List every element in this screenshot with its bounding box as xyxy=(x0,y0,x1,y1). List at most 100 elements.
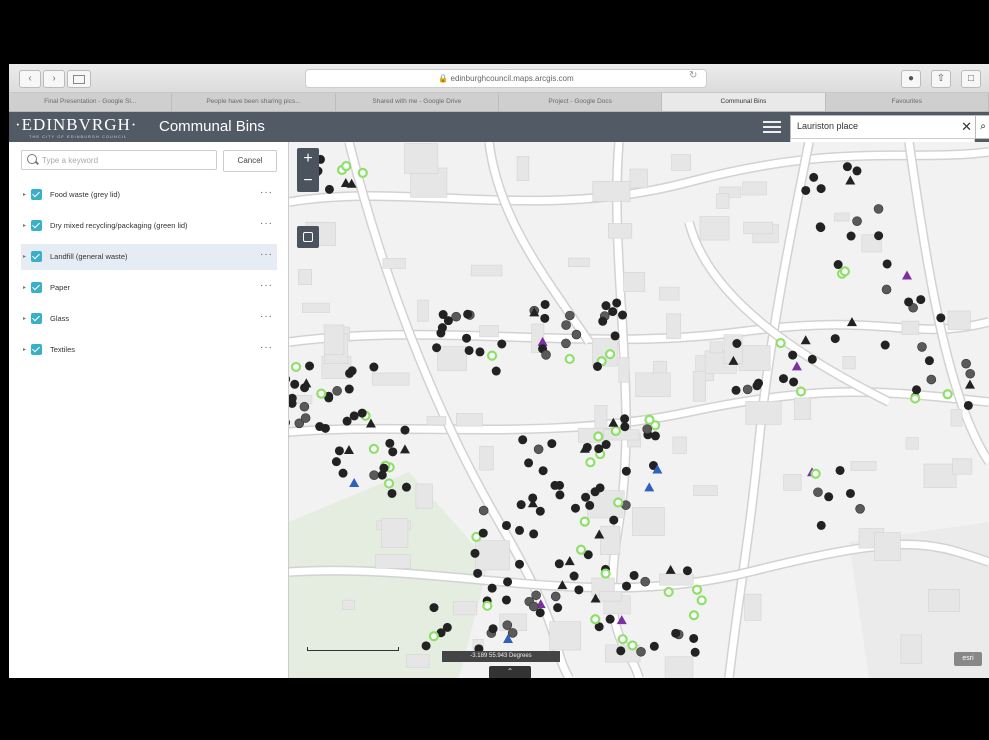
landfill-bin-marker[interactable] xyxy=(491,366,501,376)
landfill-bin-marker[interactable] xyxy=(503,577,513,587)
landfill-bin-marker[interactable] xyxy=(347,366,357,376)
more-options-icon[interactable]: ··· xyxy=(260,280,273,291)
zoom-in-button[interactable]: + xyxy=(297,148,319,170)
landfill-bin-marker[interactable] xyxy=(464,345,474,355)
landfill-bin-marker[interactable] xyxy=(924,356,934,366)
food-waste-bin-marker[interactable] xyxy=(451,311,461,322)
glass-bin-marker[interactable] xyxy=(791,361,802,371)
landfill-bin-marker[interactable] xyxy=(357,408,367,418)
layer-checkbox[interactable] xyxy=(31,220,42,231)
landfill-bin-marker[interactable] xyxy=(574,585,584,595)
landfill-bin-marker[interactable] xyxy=(842,162,852,172)
landfill-bin-marker[interactable] xyxy=(610,331,620,341)
landfill-bin-marker[interactable] xyxy=(788,350,798,360)
recycling-bin-marker[interactable] xyxy=(590,614,601,625)
landfill-bin-marker[interactable] xyxy=(342,416,352,426)
back-icon[interactable]: ‹ xyxy=(19,70,41,88)
landfill-bin-marker[interactable] xyxy=(916,295,926,305)
glass-bin-marker[interactable] xyxy=(349,478,360,488)
landfill-bin-marker[interactable] xyxy=(601,440,611,450)
landfill-bin-marker[interactable] xyxy=(478,528,488,538)
landfill-bin-marker[interactable] xyxy=(732,338,742,348)
zoom-out-button[interactable]: − xyxy=(297,170,319,192)
landfill-bin-marker[interactable] xyxy=(338,468,348,478)
landfill-bin-marker[interactable] xyxy=(581,492,591,502)
tab-people-sharing[interactable]: People have been sharing pics... xyxy=(172,93,336,111)
cancel-button[interactable]: Cancel xyxy=(223,150,277,172)
landfill-bin-marker[interactable] xyxy=(554,559,564,569)
expand-arrow-icon[interactable]: ▸ xyxy=(23,222,26,229)
recycling-bin-marker[interactable] xyxy=(482,600,493,611)
landfill-bin-marker[interactable] xyxy=(497,339,507,349)
recycling-bin-marker[interactable] xyxy=(600,568,611,579)
landfill-bin-marker[interactable] xyxy=(324,184,334,194)
landfill-bin-marker[interactable] xyxy=(585,500,595,510)
reload-icon[interactable]: ↻ xyxy=(689,70,697,81)
recycling-bin-marker[interactable] xyxy=(341,160,352,172)
recycling-bin-marker[interactable] xyxy=(644,414,655,425)
layer-checkbox[interactable] xyxy=(31,313,42,324)
landfill-bin-marker[interactable] xyxy=(880,340,890,350)
locate-button[interactable] xyxy=(297,226,319,248)
food-waste-bin-marker[interactable] xyxy=(565,310,575,321)
recycling-bin-marker[interactable] xyxy=(316,388,327,399)
paper-bin-marker[interactable] xyxy=(343,444,354,454)
landfill-bin-marker[interactable] xyxy=(570,503,580,513)
food-waste-bin-marker[interactable] xyxy=(561,338,571,349)
landfill-bin-marker[interactable] xyxy=(816,184,826,194)
recycling-bin-marker[interactable] xyxy=(775,337,786,349)
recycling-bin-marker[interactable] xyxy=(795,386,807,397)
food-waste-bin-marker[interactable] xyxy=(640,576,650,587)
landfill-bin-marker[interactable] xyxy=(936,313,946,323)
recycling-bin-marker[interactable] xyxy=(383,478,395,489)
landfill-bin-marker[interactable] xyxy=(904,297,914,307)
recycling-bin-marker[interactable] xyxy=(910,393,921,404)
landfill-bin-marker[interactable] xyxy=(463,309,473,319)
landfill-bin-marker[interactable] xyxy=(470,548,480,558)
expand-panel-button[interactable]: ⌃ xyxy=(489,666,531,678)
food-waste-bin-marker[interactable] xyxy=(881,284,892,295)
landfill-bin-marker[interactable] xyxy=(609,515,619,525)
food-waste-bin-marker[interactable] xyxy=(571,329,582,340)
landfill-bin-marker[interactable] xyxy=(622,581,632,591)
food-waste-bin-marker[interactable] xyxy=(917,342,927,352)
layer-checkbox[interactable] xyxy=(31,282,42,293)
landfill-bin-marker[interactable] xyxy=(289,375,291,384)
landfill-bin-marker[interactable] xyxy=(473,568,483,578)
recycling-bin-marker[interactable] xyxy=(368,443,380,455)
landfill-bin-marker[interactable] xyxy=(429,603,439,613)
map-view[interactable]: + − -3.189 55.943 Degrees esri ⌃ xyxy=(289,142,989,678)
recycling-bin-marker[interactable] xyxy=(564,353,575,365)
landfill-bin-marker[interactable] xyxy=(846,231,856,241)
food-waste-bin-marker[interactable] xyxy=(873,204,884,214)
recycling-bin-marker[interactable] xyxy=(357,167,368,178)
paper-bin-marker[interactable] xyxy=(301,378,312,388)
landfill-bin-marker[interactable] xyxy=(462,333,472,343)
more-options-icon[interactable]: ··· xyxy=(260,249,273,260)
landfill-bin-marker[interactable] xyxy=(582,442,592,452)
landfill-bin-marker[interactable] xyxy=(438,310,448,320)
more-options-icon[interactable]: ··· xyxy=(260,218,273,229)
close-icon[interactable]: ✕ xyxy=(961,119,972,135)
landfill-bin-marker[interactable] xyxy=(344,384,354,394)
food-waste-bin-marker[interactable] xyxy=(531,590,541,601)
landfill-bin-marker[interactable] xyxy=(514,559,524,569)
food-waste-bin-marker[interactable] xyxy=(965,368,976,379)
recycling-bin-marker[interactable] xyxy=(688,610,700,621)
layer-item-dry-mixed-recycling[interactable]: ▸ Dry mixed recycling/packaging (green l… xyxy=(21,213,277,239)
landfill-bin-marker[interactable] xyxy=(421,641,431,651)
layer-checkbox[interactable] xyxy=(31,189,42,200)
recycling-bin-marker[interactable] xyxy=(627,640,638,651)
recycling-bin-marker[interactable] xyxy=(585,457,596,468)
paper-bin-marker[interactable] xyxy=(665,564,676,574)
landfill-bin-marker[interactable] xyxy=(833,260,843,270)
landfill-bin-marker[interactable] xyxy=(830,334,840,344)
landfill-bin-marker[interactable] xyxy=(650,431,660,441)
paper-bin-marker[interactable] xyxy=(964,379,975,389)
recycling-bin-marker[interactable] xyxy=(604,349,616,360)
landfill-bin-marker[interactable] xyxy=(555,490,565,500)
landfill-bin-marker[interactable] xyxy=(488,624,498,634)
more-options-icon[interactable]: ··· xyxy=(260,187,273,198)
recycling-bin-marker[interactable] xyxy=(428,631,439,642)
landfill-bin-marker[interactable] xyxy=(598,316,608,326)
